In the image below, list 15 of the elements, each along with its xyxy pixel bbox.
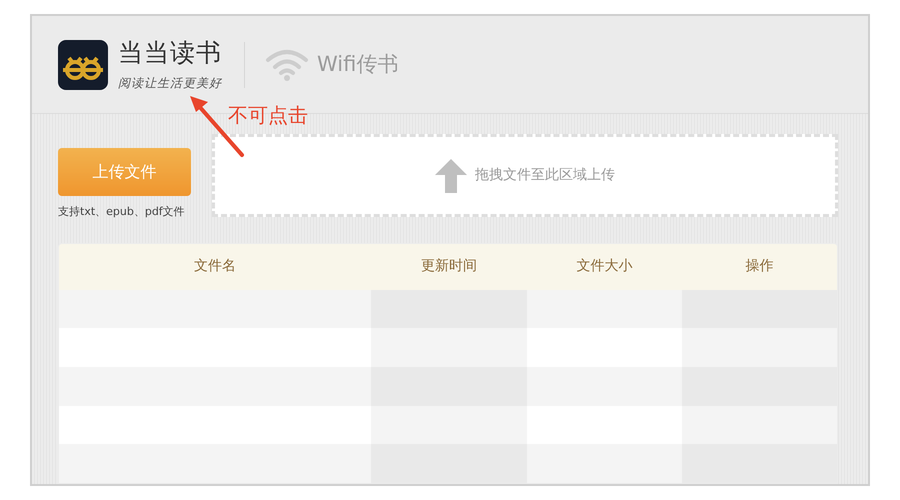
column-header: 文件名 [194,257,236,276]
wifi-transfer-label: Wifi传书 [317,50,398,78]
drop-zone-text: 拖拽文件至此区域上传 [475,166,615,185]
column-header: 文件大小 [576,257,633,276]
annotation-text: 不可点击 [228,102,308,129]
drop-zone[interactable]: 拖拽文件至此区域上传 [212,134,838,217]
upload-file-button[interactable]: 上传文件 [58,148,191,196]
app-logo-icon [58,40,108,90]
column-header: 操作 [746,257,774,276]
wifi-icon [265,48,309,80]
app-title: 当当读书 [118,38,222,68]
upload-arrow-icon [435,158,467,192]
file-types-hint: 支持txt、epub、pdf文件 [58,204,186,220]
app-slogan: 阅读让生活更美好 [118,74,222,92]
column-header: 更新时间 [421,257,477,276]
